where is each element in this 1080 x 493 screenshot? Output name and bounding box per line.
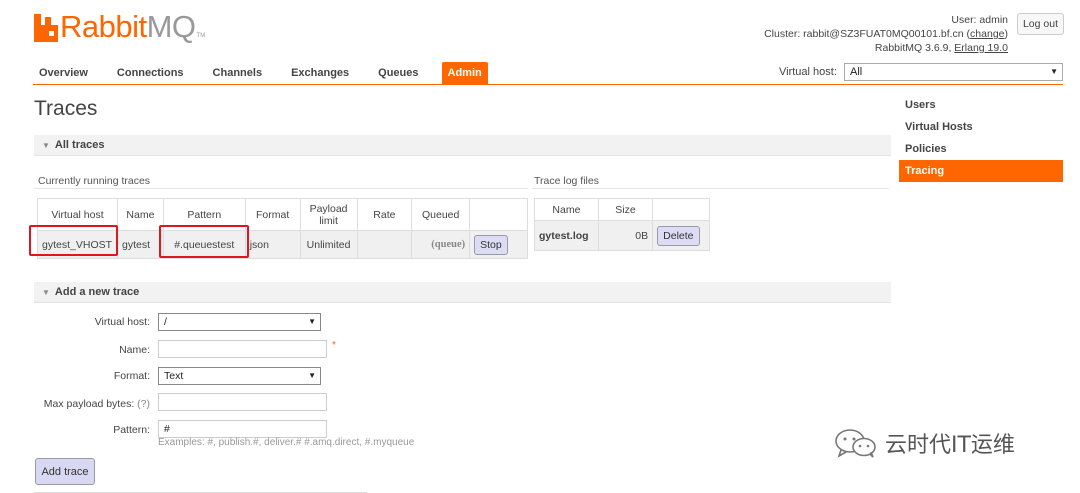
rabbitmq-logo: RabbitMQ TM [34, 9, 206, 44]
sidebar-item-users[interactable]: Users [899, 94, 1063, 116]
vhost-filter-value: All [850, 66, 863, 78]
max-payload-input[interactable] [158, 393, 327, 411]
column-header-actions [652, 198, 710, 221]
logo-text-mq: MQ [146, 9, 196, 44]
logo-text-rabbit: Rabbit [60, 9, 147, 44]
highlight-box-vhost [29, 225, 118, 256]
logo-trademark: TM [196, 33, 206, 39]
chevron-down-icon: ▼ [1050, 67, 1058, 76]
trace-log-caption: Trace log files [534, 175, 599, 187]
format-select[interactable]: Text ▼ [158, 367, 321, 385]
max-payload-label-text: Max payload bytes: [43, 398, 135, 410]
tab-overview[interactable]: Overview [33, 62, 94, 84]
version-text: RabbitMQ 3.6.9, [874, 42, 955, 54]
sidebar-item-virtual-hosts[interactable]: Virtual Hosts [899, 116, 1063, 138]
trace-rate-cell [356, 230, 413, 259]
sidebar-item-policies[interactable]: Policies [899, 138, 1063, 160]
add-trace-header[interactable]: ▼ Add a new trace [34, 282, 891, 302]
pattern-examples-hint: Examples: #, publish.#, deliver.# #.amq.… [158, 437, 415, 448]
log-size-cell: 0B [597, 220, 654, 251]
logout-button[interactable]: Log out [1017, 13, 1064, 35]
watermark-text: 云时代IT运维 [885, 433, 1015, 458]
max-payload-label: Max payload bytes: (?) [0, 398, 150, 410]
name-field-label: Name: [119, 344, 150, 356]
name-input[interactable] [158, 340, 327, 358]
trace-payload-cell: Unlimited [299, 230, 358, 259]
vhost-filter-select[interactable]: All ▼ [844, 63, 1063, 81]
page-title: Traces [34, 97, 98, 120]
nav-underline [33, 84, 1063, 85]
tab-connections[interactable]: Connections [111, 62, 190, 84]
collapse-triangle-icon: ▼ [42, 141, 50, 150]
trace-format-cell: json [244, 230, 301, 259]
tab-admin[interactable]: Admin [441, 62, 488, 84]
column-header: Size [597, 198, 654, 221]
all-traces-header[interactable]: ▼ All traces [34, 135, 891, 155]
admin-sidebar: Users Virtual Hosts Policies Tracing [899, 94, 1063, 182]
cluster-text: Cluster: rabbit@SZ3FUAT0MQ00101.bf.cn ( [764, 28, 971, 40]
column-header: Format [244, 198, 301, 231]
collapse-triangle-icon: ▼ [42, 288, 50, 297]
column-header-actions [469, 198, 528, 231]
sidebar-item-tracing[interactable]: Tracing [899, 160, 1063, 182]
table-header-row: Name Size [534, 198, 710, 221]
help-icon[interactable]: (?) [137, 398, 150, 410]
change-cluster-link[interactable]: change [970, 28, 1004, 40]
rabbit-logo-icon [34, 14, 58, 42]
user-info: User: admin Cluster: rabbit@SZ3FUAT0MQ00… [764, 13, 1008, 55]
section-divider [34, 302, 891, 303]
trace-log-table: Name Size gytest.log 0B Delete [534, 198, 710, 251]
required-mark: * [332, 340, 336, 351]
stop-trace-button[interactable]: Stop [474, 234, 508, 255]
wechat-icon [835, 429, 876, 458]
chevron-down-icon: ▼ [308, 371, 316, 380]
add-trace-heading: Add a new trace [54, 286, 140, 298]
column-header: Name [116, 198, 164, 231]
all-traces-heading: All traces [54, 139, 105, 151]
format-value: Text [164, 370, 184, 382]
tab-exchanges[interactable]: Exchanges [285, 62, 355, 84]
highlight-box-pattern [159, 225, 249, 258]
tab-queues[interactable]: Queues [372, 62, 424, 84]
running-traces-caption: Currently running traces [38, 175, 151, 187]
column-header: Rate [356, 198, 413, 231]
table-row: gytest.log 0B Delete [534, 220, 710, 251]
vhost-field-value: / [164, 316, 167, 328]
erlang-link[interactable]: Erlang 19.0 [954, 42, 1008, 54]
column-header: Payload limit [299, 198, 358, 231]
trace-name-cell: gytest [116, 230, 164, 259]
pattern-input[interactable]: # [158, 420, 327, 438]
caption-divider [34, 188, 528, 189]
pattern-field-label: Pattern: [113, 424, 150, 436]
log-file-link[interactable]: gytest.log [534, 220, 599, 251]
tab-channels[interactable]: Channels [207, 62, 269, 84]
vhost-field-select[interactable]: / ▼ [158, 313, 321, 331]
wechat-watermark: 云时代IT运维 [833, 427, 1015, 459]
vhost-field-label: Virtual host: [94, 316, 150, 328]
delete-log-button[interactable]: Delete [657, 225, 700, 246]
column-header: Queued [411, 198, 471, 231]
chevron-down-icon: ▼ [308, 317, 316, 326]
caption-divider [532, 188, 889, 189]
vhost-filter-label: Virtual host: [779, 66, 837, 78]
cluster-close: ) [1004, 28, 1009, 40]
column-header: Name [534, 198, 599, 221]
user-line: User: admin [951, 14, 1008, 26]
add-trace-button[interactable]: Add trace [35, 458, 95, 485]
format-field-label: Format: [113, 370, 150, 382]
main-nav: Overview Connections Channels Exchanges … [33, 62, 505, 84]
trace-queue-link[interactable]: (queue) [411, 230, 471, 259]
section-divider [34, 155, 891, 156]
